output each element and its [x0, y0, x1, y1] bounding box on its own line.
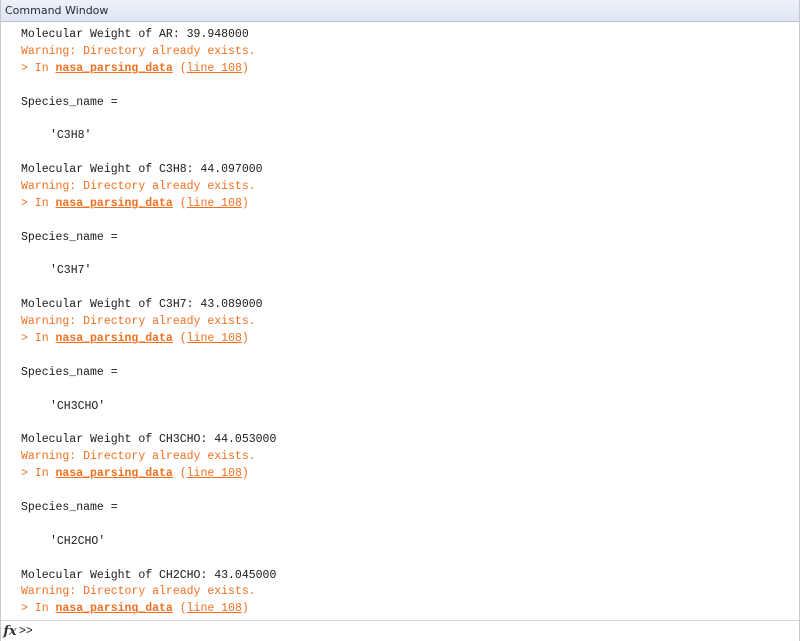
variable-value: 'C3H7' — [50, 264, 92, 278]
trace-open: ( — [172, 602, 187, 616]
warning-line: Warning: Directory already exists. — [21, 450, 256, 464]
output-line: Species_name = — [21, 230, 118, 244]
output-line: Molecular Weight of AR: 39.948000 — [21, 28, 249, 41]
command-prompt-row: fx >> — [1, 620, 799, 641]
window-title: Command Window — [5, 4, 109, 17]
function-link[interactable]: nasa_parsing_data — [56, 62, 173, 75]
trace-prefix: > In — [21, 467, 56, 481]
command-input[interactable] — [32, 623, 799, 639]
line-number-link[interactable]: line 108 — [187, 197, 242, 210]
line-number-link[interactable]: line 108 — [187, 467, 242, 480]
variable-value: 'CH3CHO' — [50, 399, 106, 413]
function-link[interactable]: nasa_parsing_data — [56, 467, 173, 480]
command-output[interactable]: Molecular Weight of AR: 39.948000 Warning… — [21, 27, 795, 621]
stack-trace-line: > In nasa_parsing_data (line 108) — [21, 196, 795, 213]
output-line: Molecular Weight of CH3CHO: 44.053000 — [21, 433, 277, 447]
function-link[interactable]: nasa_parsing_data — [56, 602, 173, 615]
stack-trace-line: > In nasa_parsing_data (line 108) — [21, 61, 795, 78]
stack-trace-line: > In nasa_parsing_data (line 108) — [21, 601, 795, 618]
warning-line: Warning: Directory already exists. — [21, 44, 256, 58]
trace-open: ( — [172, 467, 187, 481]
trace-close: ) — [241, 332, 249, 346]
output-line: Species_name = — [21, 95, 118, 109]
trace-open: ( — [172, 61, 187, 75]
output-line: Species_name = — [21, 500, 118, 514]
trace-open: ( — [172, 332, 187, 346]
command-window: Command Window Molecular Weight of AR: 3… — [0, 0, 800, 641]
trace-prefix: > In — [21, 61, 56, 75]
trace-close: ) — [241, 61, 249, 75]
output-line: Species_name = — [21, 365, 118, 379]
output-line: Molecular Weight of CH2CHO: 43.045000 — [21, 568, 277, 582]
stack-trace-line: > In nasa_parsing_data (line 108) — [21, 331, 795, 348]
command-prompt-symbol: >> — [19, 624, 33, 638]
line-number-link[interactable]: line 108 — [187, 602, 242, 615]
function-link[interactable]: nasa_parsing_data — [56, 332, 173, 345]
command-window-titlebar[interactable]: Command Window — [1, 0, 799, 22]
trace-prefix: > In — [21, 196, 56, 210]
output-line: Molecular Weight of C3H8: 44.097000 — [21, 163, 263, 177]
trace-close: ) — [241, 602, 249, 616]
warning-line: Warning: Directory already exists. — [21, 315, 256, 329]
variable-value: 'C3H8' — [50, 129, 92, 143]
line-number-link[interactable]: line 108 — [187, 332, 242, 345]
warning-line: Warning: Directory already exists. — [21, 585, 256, 599]
variable-value: 'CH2CHO' — [50, 534, 106, 548]
stack-trace-line: > In nasa_parsing_data (line 108) — [21, 466, 795, 483]
warning-line: Warning: Directory already exists. — [21, 180, 256, 194]
function-link[interactable]: nasa_parsing_data — [56, 197, 173, 210]
trace-prefix: > In — [21, 332, 56, 346]
line-number-link[interactable]: line 108 — [187, 62, 242, 75]
trace-open: ( — [172, 196, 187, 210]
trace-close: ) — [241, 196, 249, 210]
trace-prefix: > In — [21, 602, 56, 616]
function-browser-icon[interactable]: fx — [1, 624, 19, 639]
output-line: Molecular Weight of C3H7: 43.089000 — [21, 298, 263, 312]
trace-close: ) — [241, 467, 249, 481]
